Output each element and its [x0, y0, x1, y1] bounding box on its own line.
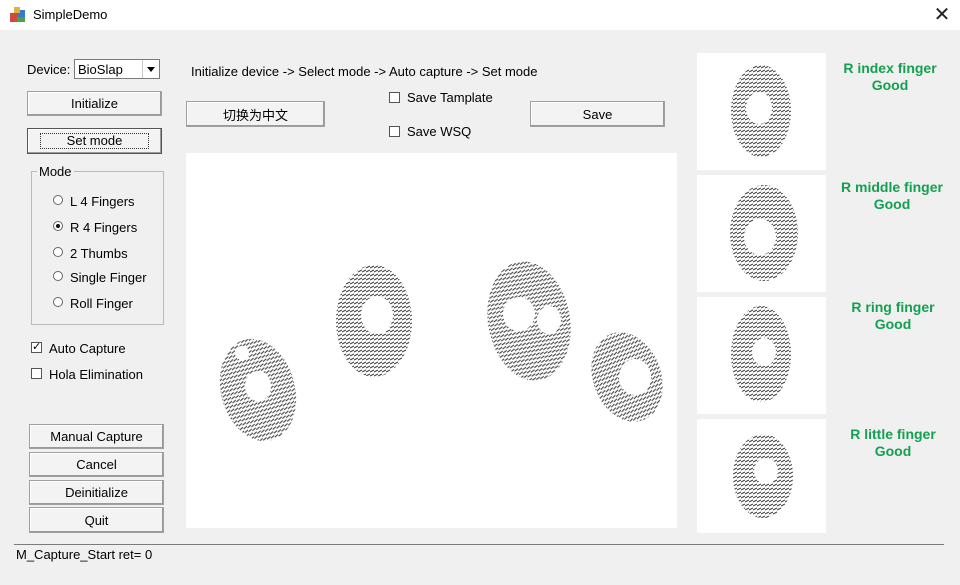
finger-label-ring: R ring finger Good — [828, 299, 958, 333]
radio-2-thumbs[interactable] — [53, 247, 63, 257]
device-select[interactable]: BioSlap — [74, 59, 160, 79]
radio-l4-fingers-label[interactable]: L 4 Fingers — [70, 194, 135, 209]
finger-name-little: R little finger — [850, 426, 936, 442]
finger-thumb-middle — [697, 175, 826, 292]
finger-name-middle: R middle finger — [841, 179, 943, 195]
chevron-down-icon[interactable] — [142, 60, 159, 78]
save-template-checkbox[interactable] — [389, 92, 400, 103]
finger-thumb-little — [697, 419, 826, 533]
mode-legend: Mode — [37, 164, 74, 179]
save-template-label[interactable]: Save Tamplate — [407, 90, 493, 105]
radio-r4-fingers-label[interactable]: R 4 Fingers — [70, 220, 137, 235]
save-wsq-checkbox[interactable] — [389, 126, 400, 137]
radio-2-thumbs-label[interactable]: 2 Thumbs — [70, 246, 128, 261]
instructions-text: Initialize device -> Select mode -> Auto… — [191, 64, 538, 79]
app-icon — [9, 6, 27, 24]
manual-capture-button-label: Manual Capture — [50, 429, 143, 444]
finger-name-index: R index finger — [843, 60, 937, 76]
deinitialize-button-label: Deinitialize — [65, 485, 128, 500]
finger-quality-middle: Good — [873, 196, 911, 212]
finger-quality-little: Good — [874, 443, 912, 459]
fingerprint-2 — [336, 265, 412, 377]
finger-quality-ring: Good — [874, 316, 912, 332]
save-button[interactable]: Save — [530, 101, 665, 127]
device-select-value: BioSlap — [78, 62, 123, 77]
title-bar — [0, 0, 960, 30]
device-label: Device: — [27, 62, 71, 77]
fingerprint-1 — [219, 338, 297, 442]
capture-image-panel — [186, 153, 677, 528]
finger-quality-index: Good — [871, 77, 909, 93]
initialize-button-label: Initialize — [71, 96, 118, 111]
quit-button-label: Quit — [84, 512, 109, 528]
finger-label-little: R little finger Good — [828, 426, 958, 460]
window-title: SimpleDemo — [33, 7, 108, 22]
auto-capture-label[interactable]: Auto Capture — [49, 341, 126, 356]
finger-name-ring: R ring finger — [851, 299, 935, 315]
status-bar — [14, 544, 944, 565]
save-wsq-label[interactable]: Save WSQ — [407, 124, 471, 139]
finger-thumb-ring — [697, 297, 826, 414]
status-text: M_Capture_Start ret= 0 — [16, 547, 153, 562]
radio-r4-fingers[interactable] — [53, 221, 63, 231]
deinitialize-button[interactable]: Deinitialize — [29, 480, 164, 505]
radio-single-finger-label[interactable]: Single Finger — [70, 270, 147, 285]
radio-l4-fingers[interactable] — [53, 195, 63, 205]
finger-label-index: R index finger Good — [825, 60, 955, 94]
radio-roll-finger[interactable] — [53, 297, 63, 307]
initialize-button[interactable]: Initialize — [27, 91, 162, 116]
finger-thumb-index — [697, 53, 826, 170]
set-mode-button[interactable]: Set mode — [27, 128, 162, 154]
fingerprint-3 — [487, 261, 571, 381]
set-mode-button-label: Set mode — [39, 133, 150, 149]
language-toggle-button[interactable]: 切换为中文 — [186, 101, 325, 127]
hola-elimination-label[interactable]: Hola Elimination — [49, 367, 143, 382]
radio-single-finger[interactable] — [53, 271, 63, 281]
finger-label-middle: R middle finger Good — [827, 179, 957, 213]
quit-button[interactable]: Quit — [29, 507, 164, 533]
language-toggle-button-label: 切换为中文 — [222, 107, 288, 123]
cancel-button-label: Cancel — [76, 457, 117, 472]
auto-capture-checkbox[interactable]: ✓ — [31, 342, 42, 353]
manual-capture-button[interactable]: Manual Capture — [29, 424, 164, 449]
cancel-button[interactable]: Cancel — [29, 452, 164, 477]
save-button-label: Save — [582, 106, 613, 122]
hola-elimination-checkbox[interactable] — [31, 368, 42, 379]
radio-roll-finger-label[interactable]: Roll Finger — [70, 296, 133, 311]
close-icon[interactable]: ✕ — [928, 2, 956, 28]
fingerprint-4 — [591, 332, 663, 422]
